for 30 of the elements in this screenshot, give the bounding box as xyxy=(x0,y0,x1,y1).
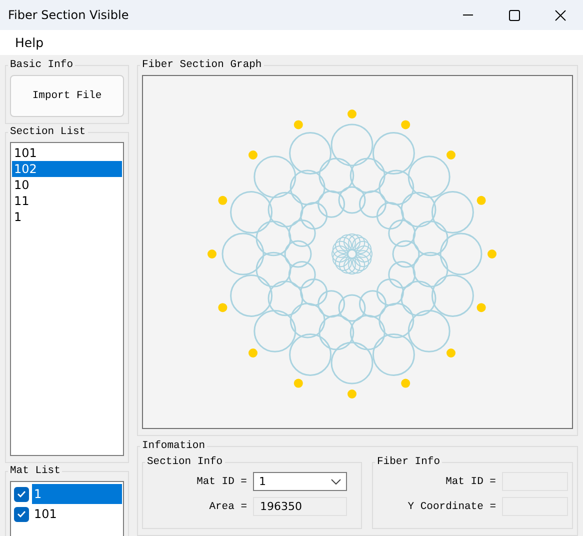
field-label: Mat ID = xyxy=(196,476,247,488)
maximize-icon[interactable] xyxy=(508,10,520,20)
window-title: Fiber Section Visible xyxy=(8,8,130,22)
group-title: Fiber Section Graph xyxy=(141,59,263,71)
chevron-down-icon xyxy=(331,478,341,484)
group-title: Infomation xyxy=(141,440,206,452)
group-title: Basic Info xyxy=(9,59,74,71)
close-icon[interactable] xyxy=(554,10,566,20)
list-item[interactable]: 11 xyxy=(12,193,122,209)
group-title: Section Info xyxy=(146,456,224,468)
field-label: Y Coordinate = xyxy=(408,500,496,512)
list-item[interactable]: 10 xyxy=(12,177,122,193)
import-file-button[interactable]: Import File xyxy=(10,75,124,117)
group-title: Fiber Info xyxy=(376,456,442,468)
group-title: Section List xyxy=(9,126,87,138)
checkbox[interactable] xyxy=(14,506,29,522)
list-item[interactable]: 1 xyxy=(32,484,122,504)
checkmark-icon xyxy=(17,490,26,498)
field-label: Mat ID = xyxy=(446,476,496,488)
input-field: 196350 xyxy=(253,497,347,516)
list-item[interactable]: 1 xyxy=(12,209,122,225)
checkmark-icon xyxy=(17,510,26,518)
checkbox[interactable] xyxy=(14,486,29,502)
list-item[interactable]: 101 xyxy=(32,504,122,524)
mat-id-dropdown[interactable]: 1 xyxy=(253,472,347,491)
group-title: Mat List xyxy=(9,465,62,477)
list-item[interactable]: 102 xyxy=(12,161,122,177)
menu-item[interactable]: Help xyxy=(8,33,50,52)
field-label: Area = xyxy=(208,500,247,512)
list-item[interactable]: 101 xyxy=(12,145,122,161)
